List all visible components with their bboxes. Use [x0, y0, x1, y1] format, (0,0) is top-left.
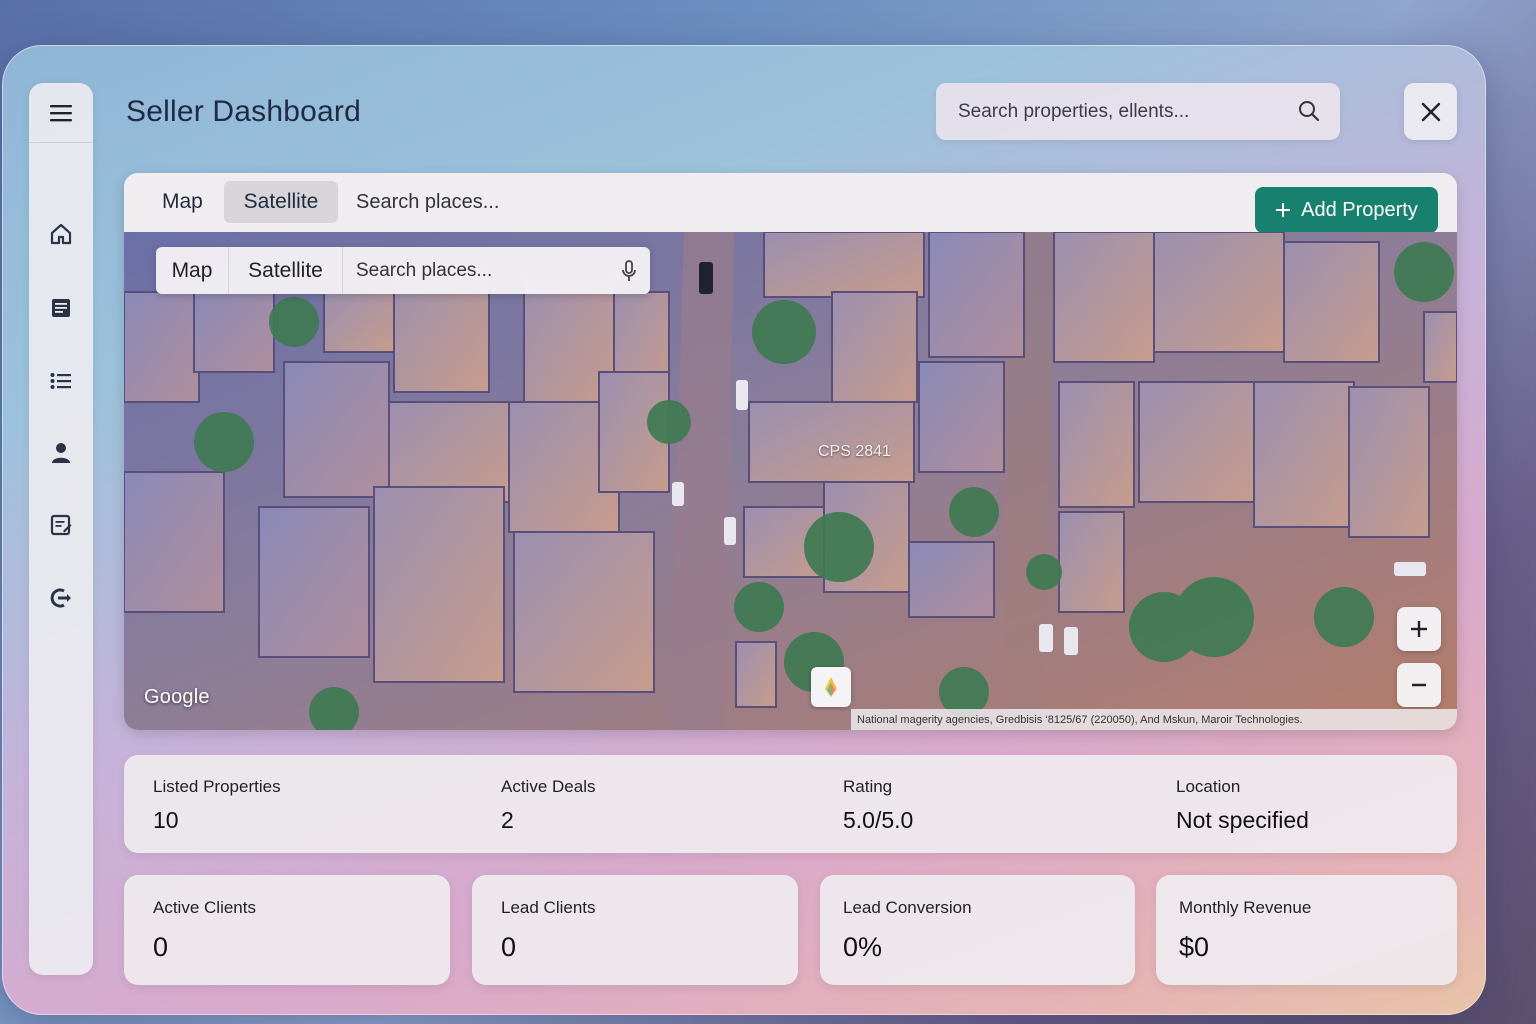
card-label: Lead Conversion: [843, 898, 972, 917]
map-attribution: National magerity agencies, Gredbisis ‘8…: [851, 709, 1457, 730]
minus-icon: [1412, 683, 1426, 687]
card-active-clients: Active Clients 0: [124, 875, 450, 985]
card-label: Lead Clients: [501, 898, 596, 917]
plus-icon: [1411, 621, 1427, 637]
logout-icon: [50, 588, 71, 608]
card-monthly-revenue: Monthly Revenue $0: [1156, 875, 1457, 985]
stat-label: Active Deals: [501, 777, 596, 796]
card-label: Monthly Revenue: [1179, 898, 1312, 917]
stat-label: Location: [1176, 777, 1241, 796]
document-icon: [52, 299, 70, 317]
add-property-label: Add Property: [1301, 198, 1418, 221]
stat-value: Not specified: [1176, 807, 1309, 833]
stat-active-deals: Active Deals 2: [501, 777, 595, 834]
stat-value: 5.0/5.0: [843, 807, 914, 833]
sidebar-item-logout[interactable]: [29, 578, 93, 618]
tab-map[interactable]: Map: [144, 181, 221, 223]
pegman-icon: [825, 677, 837, 697]
stats-summary: Listed Properties 10 Active Deals 2 Rati…: [124, 755, 1457, 853]
card-lead-conversion: Lead Conversion 0%: [820, 875, 1135, 985]
card-value: 0: [153, 932, 169, 962]
add-property-button[interactable]: Add Property: [1255, 187, 1438, 233]
menu-button[interactable]: [29, 83, 93, 143]
close-icon: [1421, 102, 1440, 121]
zoom-out-button[interactable]: [1397, 663, 1441, 707]
sidebar-item-profile[interactable]: [29, 433, 93, 473]
home-icon: [50, 223, 72, 245]
place-search-input[interactable]: [346, 181, 826, 223]
sidebar: [29, 83, 93, 975]
stat-value: 2: [501, 807, 514, 833]
inner-tab-satellite[interactable]: Satellite: [229, 247, 343, 294]
card-label: Active Clients: [153, 898, 256, 917]
satellite-map[interactable]: Map Satellite CPS 2841: [124, 232, 1457, 730]
inner-map-controls: Map Satellite: [156, 247, 650, 294]
tab-satellite[interactable]: Satellite: [224, 181, 338, 223]
sidebar-item-notes[interactable]: [29, 505, 93, 545]
satellite-imagery: [124, 232, 1457, 730]
stat-value: 10: [153, 807, 179, 833]
search-input[interactable]: [958, 83, 1288, 140]
inner-tab-map[interactable]: Map: [156, 247, 229, 294]
card-value: $0: [1179, 932, 1210, 962]
card-value: 0%: [843, 932, 883, 962]
search-icon[interactable]: [1298, 100, 1320, 122]
plus-icon: [1276, 203, 1291, 217]
google-logo: Google: [144, 686, 210, 708]
sidebar-item-documents[interactable]: [29, 288, 93, 328]
list-icon: [50, 373, 71, 389]
stat-label: Listed Properties: [153, 777, 281, 796]
global-search: [936, 83, 1340, 140]
microphone-icon[interactable]: [622, 260, 636, 282]
sidebar-item-home[interactable]: [29, 214, 93, 254]
edit-note-icon: [50, 514, 72, 536]
card-value: 0: [501, 932, 517, 962]
stat-location: Location Not specified: [1176, 777, 1309, 834]
user-icon: [52, 443, 70, 463]
map-toolbar: Map Satellite Add Property: [124, 173, 1457, 233]
stat-listed-properties: Listed Properties 10: [153, 777, 281, 834]
inner-place-search-input[interactable]: [346, 247, 601, 294]
map-card: Map Satellite Add Property: [124, 173, 1457, 730]
page-title: Seller Dashboard: [126, 95, 361, 128]
app-window: Seller Dashboard Map Satellite Add Prope…: [2, 45, 1486, 1015]
hamburger-icon: [50, 104, 72, 121]
card-lead-clients: Lead Clients 0: [472, 875, 798, 985]
place-label: CPS 2841: [818, 443, 891, 460]
stat-rating: Rating 5.0/5.0: [843, 777, 913, 834]
street-view-button[interactable]: [811, 667, 851, 707]
stat-label: Rating: [843, 777, 893, 796]
zoom-in-button[interactable]: [1397, 607, 1441, 651]
sidebar-item-list[interactable]: [29, 361, 93, 401]
close-button[interactable]: [1404, 83, 1457, 140]
